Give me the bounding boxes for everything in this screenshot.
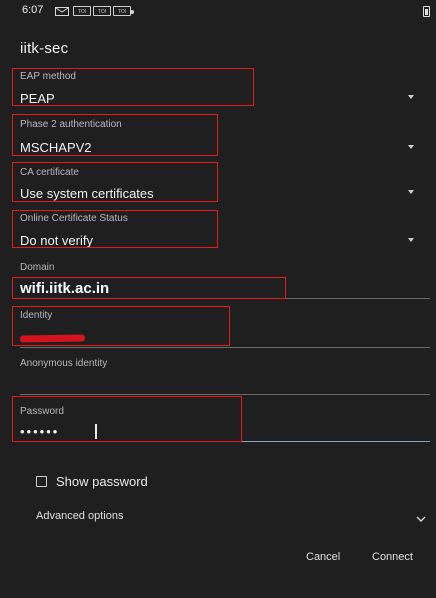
ocsp-label: Online Certificate Status	[20, 213, 128, 224]
toi-notification-icon: TOI	[113, 6, 131, 16]
toi-notification-icon: TOI	[93, 6, 111, 16]
identity-field[interactable]: Identity	[0, 304, 436, 348]
advanced-options-toggle[interactable]: Advanced options	[0, 504, 436, 528]
chevron-down-icon	[408, 145, 414, 149]
chevron-down-icon	[408, 95, 414, 99]
anonymous-identity-underline	[20, 394, 430, 395]
identity-underline	[20, 347, 430, 348]
phase2-auth-label: Phase 2 authentication	[20, 119, 122, 130]
text-cursor	[95, 424, 97, 439]
ocsp-value: Do not verify	[20, 233, 93, 248]
more-notifications-dot-icon	[130, 10, 134, 14]
password-value: ••••••	[20, 424, 60, 439]
phase2-auth-dropdown[interactable]: Phase 2 authentication MSCHAPV2	[0, 112, 436, 158]
battery-icon	[423, 6, 430, 17]
domain-underline	[20, 298, 430, 299]
chevron-down-icon	[408, 190, 414, 194]
advanced-options-label: Advanced options	[36, 510, 124, 522]
password-field[interactable]: Password ••••••	[0, 398, 436, 444]
eap-method-value: PEAP	[20, 91, 55, 106]
ca-certificate-value: Use system certificates	[20, 186, 154, 201]
ocsp-dropdown[interactable]: Online Certificate Status Do not verify	[0, 206, 436, 252]
ca-certificate-dropdown[interactable]: CA certificate Use system certificates	[0, 160, 436, 206]
eap-method-dropdown[interactable]: EAP method PEAP	[0, 64, 436, 108]
password-underline	[20, 441, 430, 442]
show-password-label: Show password	[56, 474, 148, 489]
redacted-identity	[19, 334, 86, 343]
checkbox-icon	[36, 476, 47, 487]
status-bar: 6:07 TOI TOI TOI	[0, 0, 436, 24]
anonymous-identity-field[interactable]: Anonymous identity	[0, 352, 436, 396]
domain-value: wifi.iitk.ac.in	[20, 280, 110, 297]
password-label: Password	[20, 406, 64, 417]
phase2-auth-value: MSCHAPV2	[20, 140, 92, 155]
identity-label: Identity	[20, 310, 53, 321]
chevron-down-icon	[416, 510, 426, 528]
domain-label: Domain	[20, 262, 55, 273]
show-password-checkbox[interactable]: Show password	[20, 472, 220, 492]
cancel-button[interactable]: Cancel	[306, 551, 340, 563]
mail-icon	[55, 7, 69, 16]
ca-certificate-label: CA certificate	[20, 167, 79, 178]
toi-notification-icon: TOI	[73, 6, 91, 16]
domain-field[interactable]: Domain wifi.iitk.ac.in	[0, 256, 436, 300]
chevron-down-icon	[408, 238, 414, 242]
anonymous-identity-label: Anonymous identity	[20, 358, 108, 369]
connect-button[interactable]: Connect	[372, 551, 413, 563]
status-time: 6:07	[22, 4, 44, 16]
dialog-title: iitk-sec	[20, 40, 69, 57]
eap-method-label: EAP method	[20, 71, 76, 82]
